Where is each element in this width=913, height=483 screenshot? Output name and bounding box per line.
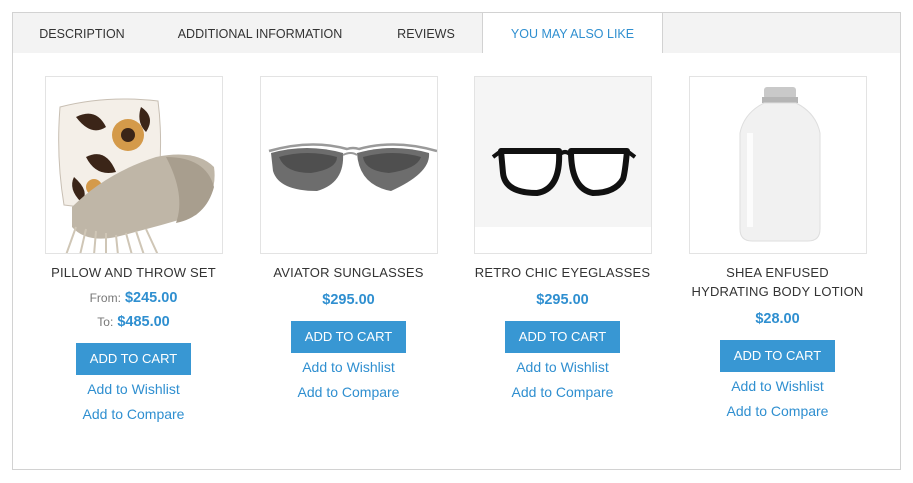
from-label: From: [89,291,121,305]
add-to-cart-button[interactable]: ADD TO CART [719,340,836,372]
product-price: $295.00 [536,292,589,308]
add-to-compare-link[interactable]: Add to Compare [241,380,456,405]
from-price: $245.00 [124,290,178,306]
tab-additional-information[interactable]: ADDITIONAL INFORMATION [151,13,369,54]
add-to-wishlist-link[interactable]: Add to Wishlist [670,374,885,399]
eyeglasses-image[interactable] [473,76,652,254]
lotion-bottle-image[interactable] [688,76,867,254]
product-card: SHEA ENFUSED HYDRATING BODY LOTION $28.0… [670,76,885,424]
product-card: RETRO CHIC EYEGLASSES $295.00 ADD TO CAR… [455,76,670,405]
add-to-cart-button[interactable]: ADD TO CART [290,321,407,353]
to-price: $485.00 [117,314,170,330]
product-card: AVIATOR SUNGLASSES $295.00 ADD TO CART A… [241,76,456,405]
sunglasses-image[interactable] [259,76,438,254]
product-card: PILLOW AND THROW SET From: $245.00 To: $… [26,76,241,427]
price-from: From: $245.00 [26,286,241,310]
pillow-throw-image[interactable] [44,76,223,254]
tab-reviews[interactable]: REVIEWS [369,13,483,54]
product-name[interactable]: PILLOW AND THROW SET [26,263,241,282]
to-label: To: [97,315,114,329]
product-name[interactable]: RETRO CHIC EYEGLASSES [455,263,670,282]
add-to-cart-button[interactable]: ADD TO CART [504,321,621,353]
add-to-wishlist-link[interactable]: Add to Wishlist [241,355,456,380]
add-to-compare-link[interactable]: Add to Compare [455,380,670,405]
add-to-compare-link[interactable]: Add to Compare [26,402,241,427]
add-to-wishlist-link[interactable]: Add to Wishlist [455,355,670,380]
add-to-compare-link[interactable]: Add to Compare [670,399,885,424]
add-to-wishlist-link[interactable]: Add to Wishlist [26,377,241,402]
product-name-line: HYDRATING BODY LOTION [691,284,864,299]
product-name[interactable]: SHEA ENFUSED HYDRATING BODY LOTION [670,263,885,301]
tab-description[interactable]: DESCRIPTION [13,13,151,54]
add-to-cart-button[interactable]: ADD TO CART [75,343,192,375]
price-to: To: $485.00 [26,310,241,334]
product-name-line: SHEA ENFUSED [726,265,829,280]
product-name[interactable]: AVIATOR SUNGLASSES [241,263,456,282]
product-price: $295.00 [322,292,375,308]
tab-you-may-also-like[interactable]: YOU MAY ALSO LIKE [482,12,663,55]
product-price: $28.00 [755,311,800,327]
tab-bar: DESCRIPTION ADDITIONAL INFORMATION REVIE… [12,12,901,55]
